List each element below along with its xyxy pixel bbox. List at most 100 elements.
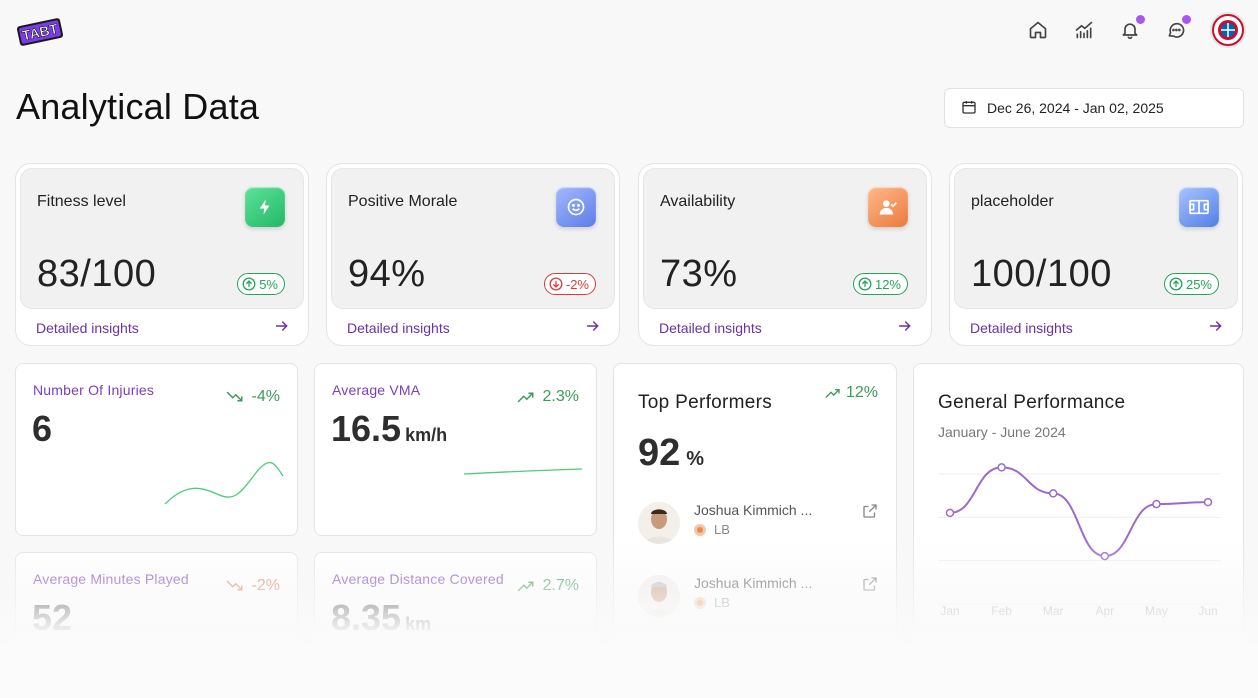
position-dot [694, 523, 706, 536]
external-link-icon[interactable] [861, 648, 879, 671]
smiley-icon [556, 187, 596, 227]
stat-card-vma[interactable]: Average VMA 2.3% 16.5 km/h [314, 363, 597, 536]
kpi-change-text: -2% [565, 276, 589, 292]
sparkline [164, 654, 284, 668]
general-performance-panel: General Performance January - June 2024 … [913, 363, 1244, 698]
stat-number: 52 [32, 597, 73, 638]
trending-up-icon [825, 389, 840, 398]
detailed-insights-link[interactable]: Detailed insights [36, 320, 139, 336]
player-avatar [638, 575, 680, 617]
arrow-right-icon[interactable] [585, 318, 601, 339]
arrow-right-icon[interactable] [274, 318, 290, 339]
stat-change-text: -2% [251, 577, 280, 594]
trending-down-icon [226, 391, 243, 402]
detailed-insights-link[interactable]: Detailed insights [970, 320, 1073, 336]
chat-icon[interactable] [1164, 15, 1191, 42]
stat-card-minutes[interactable]: Average Minutes Played -2% 52 [15, 552, 298, 698]
data-point[interactable] [1203, 497, 1213, 507]
data-point[interactable] [997, 463, 1006, 472]
stat-value: 8.35 km [331, 597, 431, 639]
arrow-right-icon[interactable] [1208, 318, 1224, 339]
player-name: Joshua Kimmich ... [694, 648, 813, 664]
external-link-icon[interactable] [861, 575, 879, 598]
kpi-card-fitness: Fitness level 83/100 5% Detailed insight… [15, 163, 309, 346]
x-tick-label: Feb [991, 604, 1012, 618]
kpi-body: Availability 73% 12% [643, 168, 927, 309]
stat-number: 6 [32, 408, 53, 449]
x-axis-labels: Jan Feb Mar Apr May Jun [938, 604, 1234, 620]
arrow-up-circle-icon [242, 277, 256, 291]
sparkline [463, 468, 583, 475]
stat-change: -2% [226, 577, 280, 595]
kpi-change-text: 25% [1185, 276, 1212, 292]
general-performance-footer: Trending up by 5.2% this month [938, 670, 1157, 686]
kpi-change-badge: 25% [1163, 273, 1219, 295]
stat-number: 8.35 [331, 597, 402, 638]
arrow-right-icon[interactable] [897, 318, 913, 339]
list-item[interactable]: Joshua Kimmich ... LB [638, 648, 878, 698]
stat-value: 6 [32, 408, 52, 450]
stat-number: 16.5 [331, 408, 402, 449]
top-performers-unit: % [686, 448, 705, 470]
trending-down-icon [226, 580, 243, 591]
kpi-change-badge: 12% [852, 273, 908, 295]
data-point[interactable] [1048, 489, 1058, 498]
bell-icon[interactable] [1118, 15, 1145, 42]
kpi-title: Positive Morale [348, 193, 458, 210]
series-line [949, 466, 1209, 558]
trend-text: Trending up by 5.2% this month [938, 670, 1136, 686]
stat-card-injuries[interactable]: Number Of Injuries -4% 6 [15, 363, 298, 536]
stat-unit: km/h [405, 425, 448, 445]
kpi-value: 94% [348, 253, 426, 295]
list-item[interactable]: Joshua Kimmich ... LB [638, 502, 878, 552]
stat-change-text: 2.7% [542, 577, 579, 594]
top-performers-panel: Top Performers 12% 92% Joshua Kimmich ..… [613, 363, 897, 698]
player-name: Joshua Kimmich ... [694, 575, 813, 591]
date-range-picker[interactable]: Dec 26, 2024 - Jan 02, 2025 [944, 88, 1244, 128]
x-tick-label: Jan [940, 604, 960, 618]
player-position-text: LB [714, 668, 730, 683]
player-position-text: LB [714, 595, 730, 610]
stat-value: 52 [32, 597, 72, 639]
kpi-body: Fitness level 83/100 5% [20, 168, 304, 309]
kpi-body: placeholder 100/100 25% [954, 168, 1238, 309]
home-icon[interactable] [1026, 18, 1050, 42]
kpi-change-text: 12% [874, 276, 901, 292]
stat-unit: km [405, 614, 432, 634]
top-performers-value: 92% [638, 432, 704, 475]
tabt-logo[interactable]: TABT [14, 12, 66, 52]
stat-label: Average Distance Covered [332, 571, 504, 587]
data-point[interactable] [1100, 551, 1110, 561]
detailed-insights-link[interactable]: Detailed insights [659, 320, 762, 336]
data-point[interactable] [945, 508, 955, 518]
top-performers-change-text: 12% [845, 384, 878, 401]
external-link-icon[interactable] [861, 502, 879, 525]
x-tick-label: Apr [1095, 604, 1115, 618]
x-tick-label: Mar [1042, 604, 1064, 618]
list-item[interactable]: Joshua Kimmich ... LB [638, 575, 878, 625]
sparkline [164, 462, 284, 505]
analytics-icon[interactable] [1072, 18, 1096, 42]
top-performers-title: Top Performers [638, 392, 773, 413]
top-bar: TABT [0, 0, 1258, 70]
arrow-down-circle-icon [549, 277, 563, 291]
detailed-insights-link[interactable]: Detailed insights [347, 320, 450, 336]
stat-change-text: 2.3% [542, 388, 579, 405]
kpi-body: Positive Morale 94% -2% [331, 168, 615, 309]
stat-label: Average VMA [332, 382, 421, 398]
pitch-icon [1179, 187, 1219, 227]
stat-label: Number Of Injuries [33, 382, 155, 398]
top-performers-change: 12% [825, 384, 878, 402]
kpi-change-badge: 5% [237, 273, 285, 295]
kpi-value: 73% [660, 253, 738, 295]
x-tick-label: May [1145, 604, 1168, 618]
trending-up-icon [517, 581, 534, 592]
arrow-up-circle-icon [1169, 277, 1183, 291]
stat-card-distance[interactable]: Average Distance Covered 2.7% 8.35 km [314, 552, 597, 698]
stat-change: -4% [226, 388, 280, 406]
sparkline [533, 662, 583, 680]
kpi-change-badge: -2% [543, 273, 596, 295]
data-point[interactable] [1152, 499, 1161, 509]
club-avatar[interactable] [1210, 12, 1246, 48]
page-title: Analytical Data [16, 86, 260, 127]
